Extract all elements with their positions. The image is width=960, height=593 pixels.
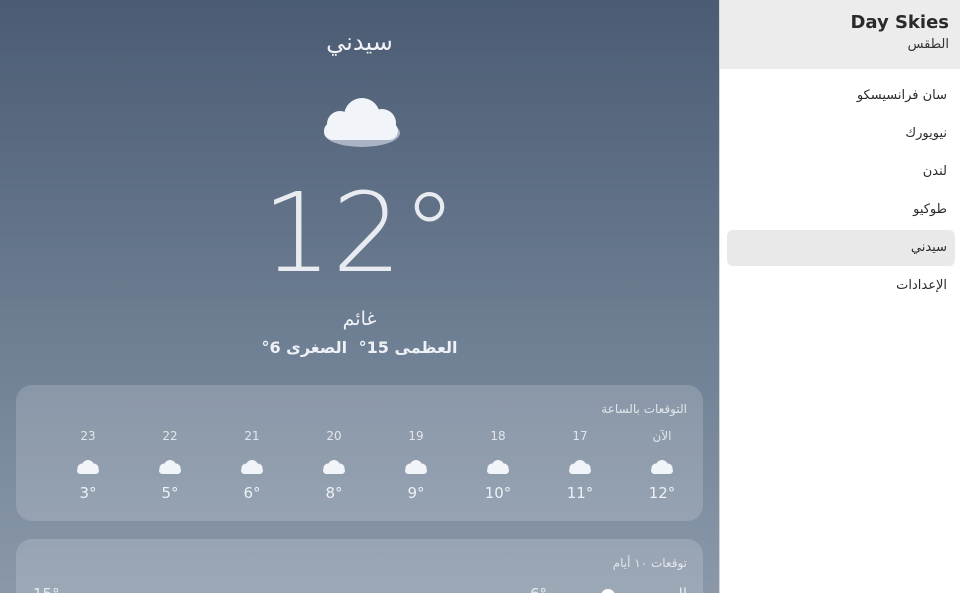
sidebar: Day Skies الطقس سان فرانسيسكو نيويورك لن… [719,0,960,593]
low-temp: الصغرى 6° [261,338,348,357]
hour-item: 23 3° [47,429,129,509]
sun-icon [601,589,615,593]
hour-temp: 6° [243,484,261,502]
cloud-icon [569,460,591,474]
hour-label: الآن [652,429,672,443]
day-low-temp: 15° [33,585,60,593]
hour-item: الآن 12° [621,429,703,509]
hour-temp: 10° [484,484,512,502]
sidebar-item-tokyo[interactable]: طوكيو [727,192,955,228]
hour-temp: 3° [79,484,97,502]
cloud-icon [324,98,400,147]
hour-label: 21 [244,429,260,443]
high-temp: العظمى 15° [358,338,458,357]
cloud-icon [405,460,427,474]
daily-forecast-card: توقعات ١٠ أيام 15° 6° اليوم [16,539,703,593]
sidebar-item-new-york[interactable]: نيويورك [727,116,955,152]
hour-label: 23 [80,429,96,443]
sidebar-header: Day Skies الطقس [720,0,960,69]
hour-item: 21 6° [211,429,293,509]
sidebar-item-sydney[interactable]: سيدني [727,230,955,266]
day-high-temp: 6° [530,585,547,593]
sidebar-item-san-francisco[interactable]: سان فرانسيسكو [727,78,955,114]
cloud-icon [159,460,181,474]
sidebar-item-london[interactable]: لندن [727,154,955,190]
hour-item: 19 9° [375,429,457,509]
city-title: سيدني [326,28,393,56]
hour-label: 17 [572,429,588,443]
high-low: العظمى 15° الصغرى 6° [0,338,719,357]
app-subtitle: الطقس [907,37,949,52]
condition-text: غائم [342,308,377,330]
hour-item: 17 11° [539,429,621,509]
daily-forecast-title: توقعات ١٠ أيام [612,556,687,570]
hourly-list[interactable]: الآن 12° 17 11° 18 10° 19 9° 20 8° 21 6°… [31,429,703,509]
hour-temp: 12° [648,484,676,502]
hour-label: 19 [408,429,424,443]
hourly-forecast-card: التوقعات بالساعة الآن 12° 17 11° 18 10° … [16,385,703,521]
hour-temp: 9° [407,484,425,502]
hour-label: 20 [326,429,342,443]
hour-item: 20 8° [293,429,375,509]
hour-temp: 5° [161,484,179,502]
cloud-icon [323,460,345,474]
hour-temp: 11° [566,484,594,502]
day-row[interactable]: 15° 6° اليوم [16,583,703,593]
cloud-icon [487,460,509,474]
day-name: اليوم [657,585,687,593]
hourly-forecast-title: التوقعات بالساعة [601,402,687,416]
app-name: Day Skies [850,12,949,33]
cloud-icon [77,460,99,474]
hour-label: 18 [490,429,506,443]
hour-item: 18 10° [457,429,539,509]
sidebar-item-settings[interactable]: الإعدادات [727,268,955,304]
cloud-icon [241,460,263,474]
hour-label: 22 [162,429,178,443]
hour-item: 22 5° [129,429,211,509]
cloud-icon [651,460,673,474]
weather-pane: سيدني 12° غائم العظمى 15° الصغرى 6° التو… [0,0,719,593]
current-temperature: 12° [262,169,457,297]
hour-temp: 8° [325,484,343,502]
